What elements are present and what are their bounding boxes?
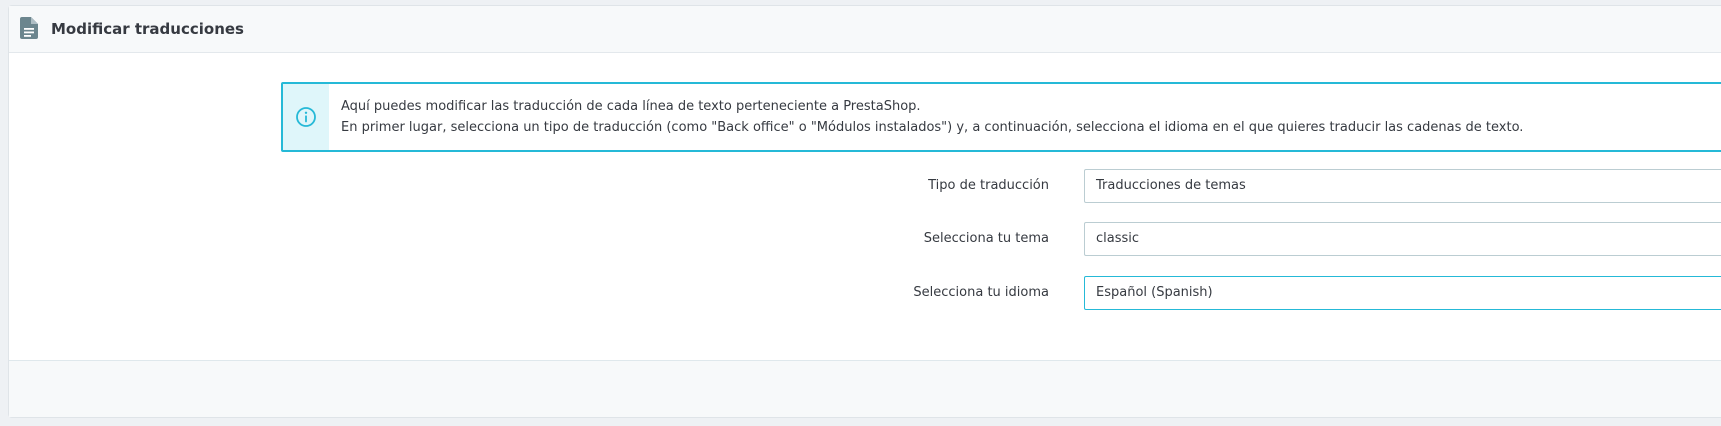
- panel-header: Modificar traducciones: [9, 6, 1721, 53]
- panel-footer: [9, 360, 1721, 417]
- info-circle-icon: [296, 107, 316, 127]
- label-wrapper-translation-type: Tipo de traducción: [649, 169, 1049, 203]
- form-row-translation-type: Tipo de traducción Traducciones de temas: [9, 169, 1721, 203]
- alert-line-1: Aquí puedes modificar las traducción de …: [341, 99, 921, 114]
- alert-line-2: En primer lugar, selecciona un tipo de t…: [341, 120, 1524, 135]
- label-wrapper-language: Selecciona tu idioma: [649, 276, 1049, 310]
- theme-label: Selecciona tu tema: [923, 231, 1049, 246]
- document-icon: [20, 17, 38, 39]
- form-row-theme: Selecciona tu tema classic: [9, 222, 1721, 256]
- translation-type-label: Tipo de traducción: [928, 178, 1049, 193]
- language-label: Selecciona tu idioma: [913, 285, 1049, 300]
- translations-panel: Modificar traducciones Aquí puedes modif…: [8, 5, 1721, 418]
- info-alert: Aquí puedes modificar las traducción de …: [281, 82, 1721, 152]
- alert-message: Aquí puedes modificar las traducción de …: [341, 96, 1523, 138]
- form-row-language: Selecciona tu idioma Español (Spanish): [9, 276, 1721, 310]
- translation-type-select[interactable]: Traducciones de temas: [1084, 169, 1721, 203]
- panel-title: Modificar traducciones: [51, 20, 244, 38]
- theme-select[interactable]: classic: [1084, 222, 1721, 256]
- label-wrapper-theme: Selecciona tu tema: [649, 222, 1049, 256]
- alert-icon-area: [283, 84, 329, 150]
- language-select[interactable]: Español (Spanish): [1084, 276, 1721, 310]
